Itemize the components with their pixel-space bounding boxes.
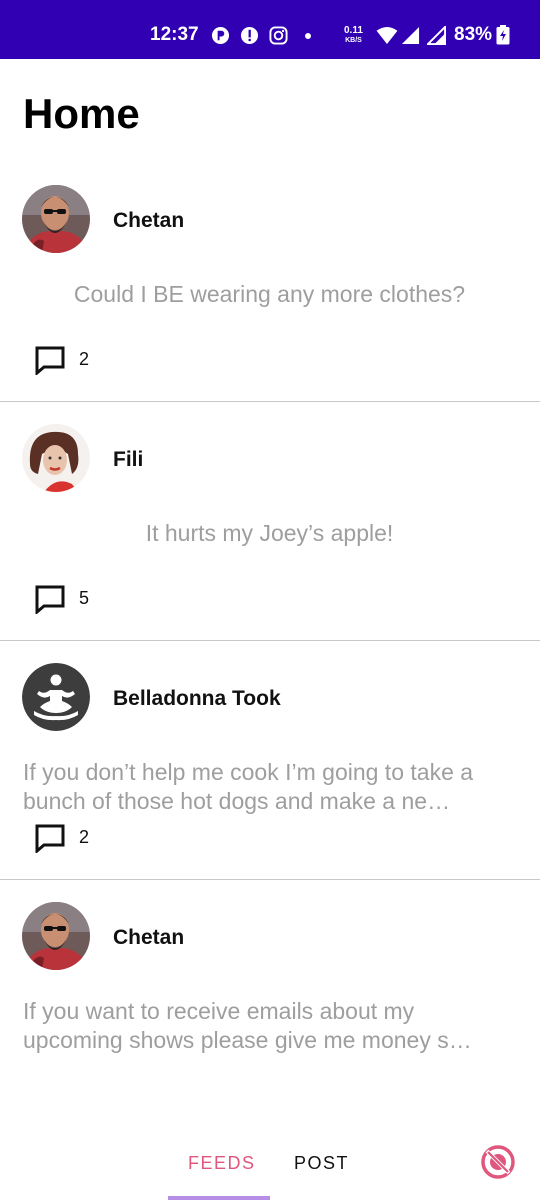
wifi-icon xyxy=(376,26,398,45)
post-card[interactable]: Belladonna Took If you don’t help me coo… xyxy=(0,641,540,880)
bottom-navigation: FEEDS POST xyxy=(0,1128,540,1200)
feed-list: Chetan Could I BE wearing any more cloth… xyxy=(0,163,540,1119)
post-text: If you don’t help me cook I’m going to t… xyxy=(23,759,474,814)
meditation-icon xyxy=(22,663,90,731)
avatar[interactable] xyxy=(22,902,90,970)
comment-count: 5 xyxy=(79,588,90,608)
tab-feeds[interactable]: FEEDS xyxy=(188,1152,256,1174)
comment-icon xyxy=(35,824,65,853)
app-notification-icon xyxy=(211,26,230,45)
post-card[interactable]: Chetan Could I BE wearing any more cloth… xyxy=(0,163,540,402)
post-text: It hurts my Joey’s apple! xyxy=(145,520,394,546)
post-author[interactable]: Fili xyxy=(113,448,143,472)
alert-icon xyxy=(240,26,259,45)
post-author[interactable]: Belladonna Took xyxy=(113,687,281,711)
logout-icon[interactable] xyxy=(480,1144,516,1180)
instagram-icon xyxy=(269,26,288,45)
comment-count: 2 xyxy=(79,349,90,369)
status-bar: 12:37 0.11 KB/S 83% xyxy=(0,0,540,59)
comment-button[interactable]: 5 xyxy=(34,582,94,614)
more-notifications-icon xyxy=(305,33,311,39)
signal-icon xyxy=(401,26,420,45)
comment-icon xyxy=(35,585,65,614)
post-author[interactable]: Chetan xyxy=(113,209,184,233)
signal-2-icon xyxy=(427,26,446,45)
post-card[interactable]: Chetan If you want to receive emails abo… xyxy=(0,880,540,1119)
status-time: 12:37 xyxy=(150,24,199,45)
battery-charging-icon xyxy=(496,25,510,45)
post-card[interactable]: Fili It hurts my Joey’s apple! 5 xyxy=(0,402,540,641)
avatar[interactable] xyxy=(22,185,90,253)
battery-percent: 83% xyxy=(454,24,493,45)
comment-button[interactable]: 2 xyxy=(34,821,94,853)
tab-indicator xyxy=(168,1196,270,1200)
comment-icon xyxy=(35,346,65,375)
post-text: If you want to receive emails about my u… xyxy=(23,998,472,1053)
avatar[interactable] xyxy=(22,424,90,492)
post-text: Could I BE wearing any more clothes? xyxy=(73,281,466,307)
comment-button[interactable]: 2 xyxy=(34,343,94,375)
avatar[interactable] xyxy=(22,663,90,731)
page-title: Home xyxy=(23,90,140,137)
comment-count: 2 xyxy=(79,827,90,847)
tab-post[interactable]: POST xyxy=(294,1152,349,1174)
post-author[interactable]: Chetan xyxy=(113,926,184,950)
network-speed: 0.11 KB/S xyxy=(344,25,363,45)
